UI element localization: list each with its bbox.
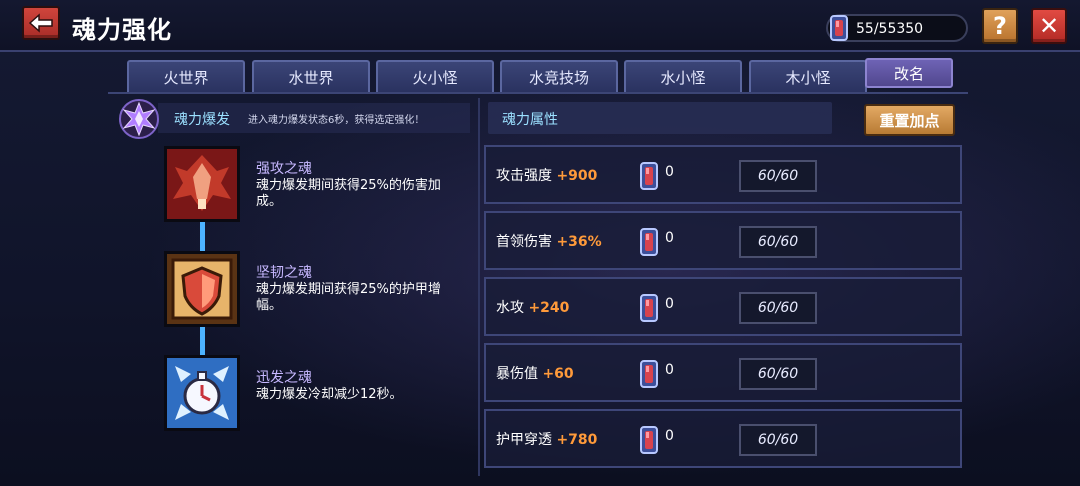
back-arrow-icon xyxy=(28,13,53,33)
tab-wood-minion[interactable]: 木小怪 xyxy=(749,60,867,92)
skill-name: 强攻之魂 xyxy=(256,161,312,177)
sword-soul-icon[interactable] xyxy=(164,146,240,222)
soul-gem-icon xyxy=(640,294,658,322)
stat-level: 60/60 xyxy=(739,358,817,390)
soul-gem-icon xyxy=(640,228,658,256)
soul-currency-display: 55/55350 xyxy=(826,14,968,42)
stat-bonus: +36% xyxy=(556,234,602,250)
stat-level: 60/60 xyxy=(739,160,817,192)
soul-burst-icon xyxy=(119,99,159,139)
stat-level: 60/60 xyxy=(739,226,817,258)
currency-value: 55/55350 xyxy=(856,21,924,37)
stat-label: 护甲穿透 +780 xyxy=(496,429,597,449)
tab-divider xyxy=(108,92,968,94)
stat-gem-count: 0 xyxy=(665,362,674,378)
stat-gem-count: 0 xyxy=(665,296,674,312)
burst-title: 魂力爆发 xyxy=(174,112,230,128)
attributes-header-label: 魂力属性 xyxy=(502,112,558,128)
stat-row[interactable]: 暴伤值 +60 0 60/60 xyxy=(484,343,962,402)
shield-soul-icon[interactable] xyxy=(164,251,240,327)
soul-gem-icon xyxy=(640,360,658,388)
skill-connector xyxy=(200,222,205,252)
burst-description: 进入魂力爆发状态6秒，获得选定强化！ xyxy=(248,115,425,126)
tab-fire-minion[interactable]: 火小怪 xyxy=(376,60,494,92)
stat-name: 首领伤害 xyxy=(496,234,552,250)
clock-soul-icon[interactable] xyxy=(164,355,240,431)
stat-gem-count: 0 xyxy=(665,428,674,444)
close-button[interactable]: ✕ xyxy=(1031,8,1067,44)
panel-divider xyxy=(478,98,480,476)
skill-description: 魂力爆发冷却减少12秒。 xyxy=(256,387,403,402)
attributes-header: 魂力属性 xyxy=(488,102,832,134)
stat-bonus: +60 xyxy=(542,366,574,382)
tab-water-world[interactable]: 水世界 xyxy=(252,60,370,92)
skill-connector xyxy=(200,326,205,356)
soul-gem-icon xyxy=(830,15,848,41)
stat-bonus: +240 xyxy=(528,300,570,316)
stat-bonus: +780 xyxy=(556,432,598,448)
stat-row[interactable]: 攻击强度 +900 0 60/60 xyxy=(484,145,962,204)
header-bar: 魂力强化 55/55350 ? ✕ xyxy=(0,0,1080,52)
skill-description: 魂力爆发期间获得25%的护甲增幅。 xyxy=(256,282,441,313)
tab-water-minion[interactable]: 水小怪 xyxy=(624,60,742,92)
tab-fire-world[interactable]: 火世界 xyxy=(127,60,245,92)
help-button[interactable]: ? xyxy=(982,8,1018,44)
skill-name: 坚韧之魂 xyxy=(256,265,312,281)
stat-gem-count: 0 xyxy=(665,164,674,180)
stat-label: 水攻 +240 xyxy=(496,297,569,317)
back-button[interactable] xyxy=(22,6,60,40)
stat-name: 攻击强度 xyxy=(496,168,552,184)
stat-level: 60/60 xyxy=(739,292,817,324)
stat-label: 攻击强度 +900 xyxy=(496,165,597,185)
stat-name: 护甲穿透 xyxy=(496,432,552,448)
soul-gem-icon xyxy=(640,426,658,454)
skill-description: 魂力爆发期间获得25%的伤害加成。 xyxy=(256,178,441,209)
stat-label: 首领伤害 +36% xyxy=(496,231,602,251)
soul-gem-icon xyxy=(640,162,658,190)
stat-level: 60/60 xyxy=(739,424,817,456)
tab-water-arena[interactable]: 水竞技场 xyxy=(500,60,618,92)
stat-row[interactable]: 护甲穿透 +780 0 60/60 xyxy=(484,409,962,468)
skill-name: 迅发之魂 xyxy=(256,370,312,386)
stat-name: 水攻 xyxy=(496,300,524,316)
rename-button[interactable]: 改名 xyxy=(865,58,953,88)
stat-label: 暴伤值 +60 xyxy=(496,363,574,383)
stat-name: 暴伤值 xyxy=(496,366,538,382)
reset-points-button[interactable]: 重置加点 xyxy=(864,104,955,136)
stat-bonus: +900 xyxy=(556,168,598,184)
stat-row[interactable]: 水攻 +240 0 60/60 xyxy=(484,277,962,336)
stat-gem-count: 0 xyxy=(665,230,674,246)
page-title: 魂力强化 xyxy=(72,16,172,44)
stat-row[interactable]: 首领伤害 +36% 0 60/60 xyxy=(484,211,962,270)
